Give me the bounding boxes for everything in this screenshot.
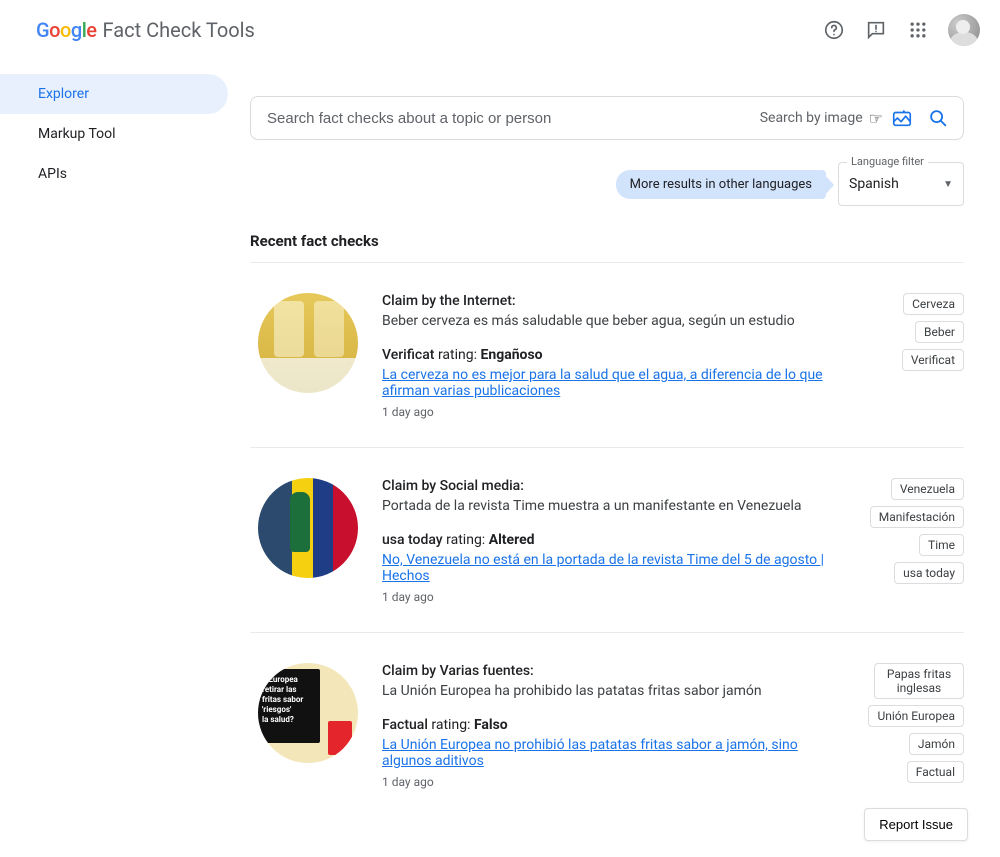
sidebar: Explorer Markup Tool APIs <box>0 60 232 194</box>
section-title: Recent fact checks <box>250 232 964 250</box>
rating-source: Verificat <box>382 347 434 363</box>
time-ago: 1 day ago <box>382 590 846 604</box>
time-ago: 1 day ago <box>382 775 844 789</box>
rating-word: rating: <box>446 532 485 548</box>
filter-row: More results in other languages Language… <box>250 162 964 206</box>
claim-text: Portada de la revista Time muestra a un … <box>382 498 846 514</box>
sidebar-item-explorer[interactable]: Explorer <box>0 74 228 114</box>
tag-list: Venezuela Manifestación Time usa today <box>870 478 964 584</box>
claim-thumbnail[interactable] <box>258 478 358 578</box>
claim-thumbnail[interactable]: n Europearetirar lasfritas sabor'riesgos… <box>258 663 358 763</box>
claim-text: La Unión Europea ha prohibido las patata… <box>382 683 844 699</box>
rating-source: usa today <box>382 532 443 548</box>
pointing-hand-icon: ☞ <box>869 109 883 128</box>
language-filter-select[interactable]: Language filter Spanish ▼ <box>838 162 964 206</box>
tag-chip[interactable]: Jamón <box>909 733 964 755</box>
claim-text: Beber cerveza es más saludable que beber… <box>382 313 878 329</box>
sidebar-item-apis[interactable]: APIs <box>0 154 228 194</box>
more-languages-hint: More results in other languages <box>616 170 826 199</box>
tag-chip[interactable]: Manifestación <box>870 506 964 528</box>
language-filter-label: Language filter <box>847 155 928 168</box>
article-link[interactable]: La cerveza no es mejor para la salud que… <box>382 367 852 399</box>
tag-chip[interactable]: Verificat <box>902 349 964 371</box>
google-logo: Google <box>36 18 97 42</box>
app-title: Fact Check Tools <box>103 18 255 42</box>
tag-chip[interactable]: Unión Europea <box>868 705 964 727</box>
rating-value: Altered <box>489 532 535 548</box>
search-icon[interactable] <box>927 107 949 129</box>
rating-line: usa today rating: Altered <box>382 532 846 548</box>
sidebar-item-markup-tool[interactable]: Markup Tool <box>0 114 228 154</box>
claim-by-source: the Internet <box>440 293 512 309</box>
language-filter-value: Spanish <box>849 176 899 192</box>
claim-by-line: Claim by Social media: <box>382 478 846 494</box>
tag-chip[interactable]: Venezuela <box>891 478 964 500</box>
main-content: Search by image ☞ More results in other … <box>232 60 1000 817</box>
claim-by-source: Social media <box>440 478 521 494</box>
claim-by-line: Claim by the Internet: <box>382 293 878 309</box>
rating-value: Falso <box>474 717 508 733</box>
tag-chip[interactable]: Time <box>919 534 964 556</box>
claim-thumbnail[interactable] <box>258 293 358 393</box>
search-input[interactable] <box>265 109 760 128</box>
claim-by-prefix: Claim by <box>382 478 440 494</box>
app-header: Google Fact Check Tools <box>0 0 1000 60</box>
rating-word: rating: <box>431 717 470 733</box>
tag-list: Papas fritas inglesas Unión Europea Jamó… <box>868 663 964 783</box>
image-search-icon[interactable] <box>891 107 913 129</box>
tag-chip[interactable]: Beber <box>915 321 964 343</box>
tag-chip[interactable]: usa today <box>894 562 964 584</box>
header-actions <box>822 14 980 46</box>
article-link[interactable]: La Unión Europea no prohibió las patatas… <box>382 737 844 769</box>
tag-list: Cerveza Beber Verificat <box>902 293 964 371</box>
claim-by-prefix: Claim by <box>382 663 440 679</box>
rating-word: rating: <box>438 347 477 363</box>
article-link[interactable]: No, Venezuela no está en la portada de l… <box>382 552 846 584</box>
feedback-icon[interactable] <box>864 18 888 42</box>
claim-by-prefix: Claim by <box>382 293 440 309</box>
help-icon[interactable] <box>822 18 846 42</box>
rating-value: Engañoso <box>480 347 542 363</box>
rating-line: Factual rating: Falso <box>382 717 844 733</box>
search-bar: Search by image ☞ <box>250 96 964 140</box>
tag-chip[interactable]: Factual <box>907 761 964 783</box>
apps-grid-icon[interactable] <box>906 18 930 42</box>
logo-block[interactable]: Google Fact Check Tools <box>36 18 255 42</box>
tag-chip[interactable]: Cerveza <box>903 293 964 315</box>
chevron-down-icon: ▼ <box>943 179 953 190</box>
time-ago: 1 day ago <box>382 405 878 419</box>
claim-by-source: Varias fuentes <box>440 663 530 679</box>
fact-check-card: n Europearetirar lasfritas sabor'riesgos… <box>250 633 964 817</box>
report-issue-button[interactable]: Report Issue <box>864 808 968 841</box>
tag-chip[interactable]: Papas fritas inglesas <box>874 663 964 699</box>
fact-check-card: Claim by Social media: Portada de la rev… <box>250 448 964 633</box>
claim-by-line: Claim by Varias fuentes: <box>382 663 844 679</box>
fact-check-card: Claim by the Internet: Beber cerveza es … <box>250 263 964 448</box>
search-by-image-label: Search by image <box>760 110 863 126</box>
account-avatar[interactable] <box>948 14 980 46</box>
rating-source: Factual <box>382 717 428 733</box>
rating-line: Verificat rating: Engañoso <box>382 347 878 363</box>
